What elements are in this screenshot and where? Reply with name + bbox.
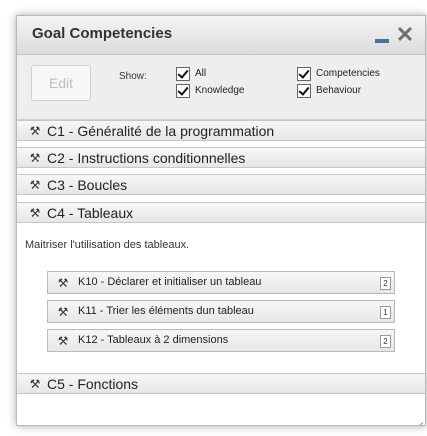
knowledge-row-k10[interactable]: ⚒ K10 - Déclarer et initialiser un table… — [47, 271, 395, 294]
competency-label: C3 - Boucles — [47, 177, 128, 193]
wrench-icon: ⚒ — [29, 377, 41, 391]
panel-title: Goal Competencies — [32, 25, 173, 42]
title-bar[interactable]: Goal Competencies ✕ — [17, 16, 425, 55]
wrench-icon: ⚒ — [57, 276, 69, 290]
checkbox-icon — [297, 84, 311, 98]
knowledge-label: K10 - Déclarer et initialiser un tableau — [78, 276, 262, 288]
filter-all-label: All — [195, 68, 207, 79]
competency-label: C2 - Instructions conditionnelles — [47, 150, 246, 166]
filter-knowledge-label: Knowledge — [195, 85, 245, 96]
resize-grip-icon[interactable] — [413, 413, 423, 423]
competency-row-c1[interactable]: ⚒ C1 - Généralité de la programmation — [17, 120, 425, 141]
edit-button[interactable]: Edit — [31, 65, 91, 101]
toolbar: Edit Show: All Knowledge Competencies Be… — [17, 55, 425, 120]
level-badge: 2 — [380, 277, 391, 290]
checkbox-icon — [176, 84, 190, 98]
wrench-icon: ⚒ — [57, 305, 69, 319]
level-badge: 1 — [380, 306, 391, 319]
competency-row-c4[interactable]: ⚒ C4 - Tableaux — [17, 202, 425, 223]
filter-behaviour-label: Behaviour — [316, 85, 362, 96]
competency-label: C4 - Tableaux — [47, 205, 134, 221]
wrench-icon: ⚒ — [57, 334, 69, 348]
checkbox-icon — [297, 67, 311, 81]
goal-competencies-panel: Goal Competencies ✕ Edit Show: All Knowl… — [16, 15, 426, 426]
competency-row-c3[interactable]: ⚒ C3 - Boucles — [17, 174, 425, 195]
competency-label: C5 - Fonctions — [47, 376, 139, 392]
competency-description: Maitriser l'utilisation des tableaux. — [25, 239, 190, 251]
wrench-icon: ⚒ — [29, 178, 41, 192]
knowledge-row-k12[interactable]: ⚒ K12 - Tableaux à 2 dimensions 2 — [47, 329, 395, 352]
competency-row-c5[interactable]: ⚒ C5 - Fonctions — [17, 373, 425, 394]
competency-label: C1 - Généralité de la programmation — [47, 123, 275, 139]
competency-row-c2[interactable]: ⚒ C2 - Instructions conditionnelles — [17, 147, 425, 168]
wrench-icon: ⚒ — [29, 151, 41, 165]
filter-competencies-label: Competencies — [316, 68, 380, 79]
close-icon[interactable]: ✕ — [395, 24, 415, 46]
show-label: Show: — [119, 71, 147, 82]
level-badge: 2 — [380, 335, 391, 348]
knowledge-row-k11[interactable]: ⚒ K11 - Trier les éléments dun tableau 1 — [47, 300, 395, 323]
wrench-icon: ⚒ — [29, 124, 41, 138]
knowledge-label: K12 - Tableaux à 2 dimensions — [78, 334, 229, 346]
knowledge-label: K11 - Trier les éléments dun tableau — [78, 305, 254, 317]
wrench-icon: ⚒ — [29, 206, 41, 220]
minimize-icon[interactable] — [373, 25, 393, 45]
checkbox-icon — [176, 67, 190, 81]
